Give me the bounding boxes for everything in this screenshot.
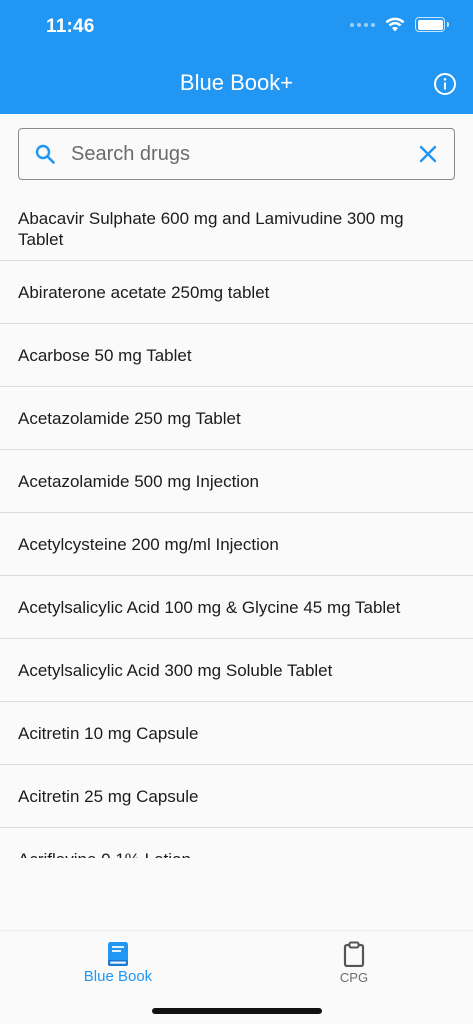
- wifi-icon: [385, 17, 405, 32]
- battery-icon: [415, 17, 449, 32]
- info-icon[interactable]: [433, 72, 457, 96]
- drug-name: Acitretin 25 mg Capsule: [18, 787, 199, 806]
- drug-name: Acriflavine 0.1% Lotion: [18, 849, 453, 858]
- drug-list-item[interactable]: Abacavir Sulphate 600 mg and Lamivudine …: [0, 194, 473, 261]
- app-screen: 11:46 Blue Book+ Search drugs Abacavir S…: [0, 0, 473, 1024]
- drug-name: Acetazolamide 250 mg Tablet: [18, 409, 241, 428]
- drug-name: Acetazolamide 500 mg Injection: [18, 472, 259, 491]
- page-title: Blue Book+: [179, 70, 294, 95]
- drug-name: Abacavir Sulphate 600 mg and Lamivudine …: [18, 209, 404, 249]
- drug-list: Abacavir Sulphate 600 mg and Lamivudine …: [0, 194, 473, 858]
- drug-list-item[interactable]: Acitretin 25 mg Capsule: [0, 765, 473, 828]
- drug-list-item[interactable]: Acetylcysteine 200 mg/ml Injection: [0, 513, 473, 576]
- home-indicator[interactable]: [152, 1008, 322, 1014]
- drug-name: Abiraterone acetate 250mg tablet: [18, 283, 270, 302]
- status-icons: [350, 17, 449, 32]
- search-bar: [18, 128, 455, 180]
- app-header: 11:46 Blue Book+: [0, 0, 473, 114]
- book-icon: [108, 942, 128, 966]
- drug-list-item[interactable]: Abiraterone acetate 250mg tablet: [0, 261, 473, 324]
- drug-list-item[interactable]: Acetylsalicylic Acid 100 mg & Glycine 45…: [0, 576, 473, 639]
- drug-name: Acetylsalicylic Acid 300 mg Soluble Tabl…: [18, 661, 333, 680]
- search-input[interactable]: [71, 137, 401, 171]
- cellular-signal-icon: [350, 22, 375, 27]
- drug-name: Acitretin 10 mg Capsule: [18, 724, 199, 743]
- search-icon: [35, 144, 55, 164]
- drug-name: Acarbose 50 mg Tablet: [18, 346, 192, 365]
- drug-name: Acetylsalicylic Acid 100 mg & Glycine 45…: [18, 598, 401, 617]
- drug-list-item[interactable]: Acitretin 10 mg Capsule: [0, 702, 473, 765]
- tab-cpg[interactable]: CPG: [236, 931, 472, 1001]
- tab-blue-book[interactable]: Blue Book: [0, 931, 236, 1001]
- drug-name: Acetylcysteine 200 mg/ml Injection: [18, 535, 279, 554]
- status-time: 11:46: [46, 16, 95, 37]
- drug-list-item[interactable]: Acetazolamide 500 mg Injection: [0, 450, 473, 513]
- drug-list-item[interactable]: Acetazolamide 250 mg Tablet: [0, 387, 473, 450]
- drug-list-item[interactable]: Acetylsalicylic Acid 300 mg Soluble Tabl…: [0, 639, 473, 702]
- drug-list-item[interactable]: Acarbose 50 mg Tablet: [0, 324, 473, 387]
- tab-cpg-label: CPG: [339, 970, 369, 985]
- clipboard-icon: [343, 941, 365, 967]
- drug-list-item[interactable]: Acriflavine 0.1% Lotion: [0, 828, 473, 858]
- tab-blue-book-label: Blue Book: [83, 968, 153, 985]
- clear-search-icon[interactable]: [416, 142, 440, 166]
